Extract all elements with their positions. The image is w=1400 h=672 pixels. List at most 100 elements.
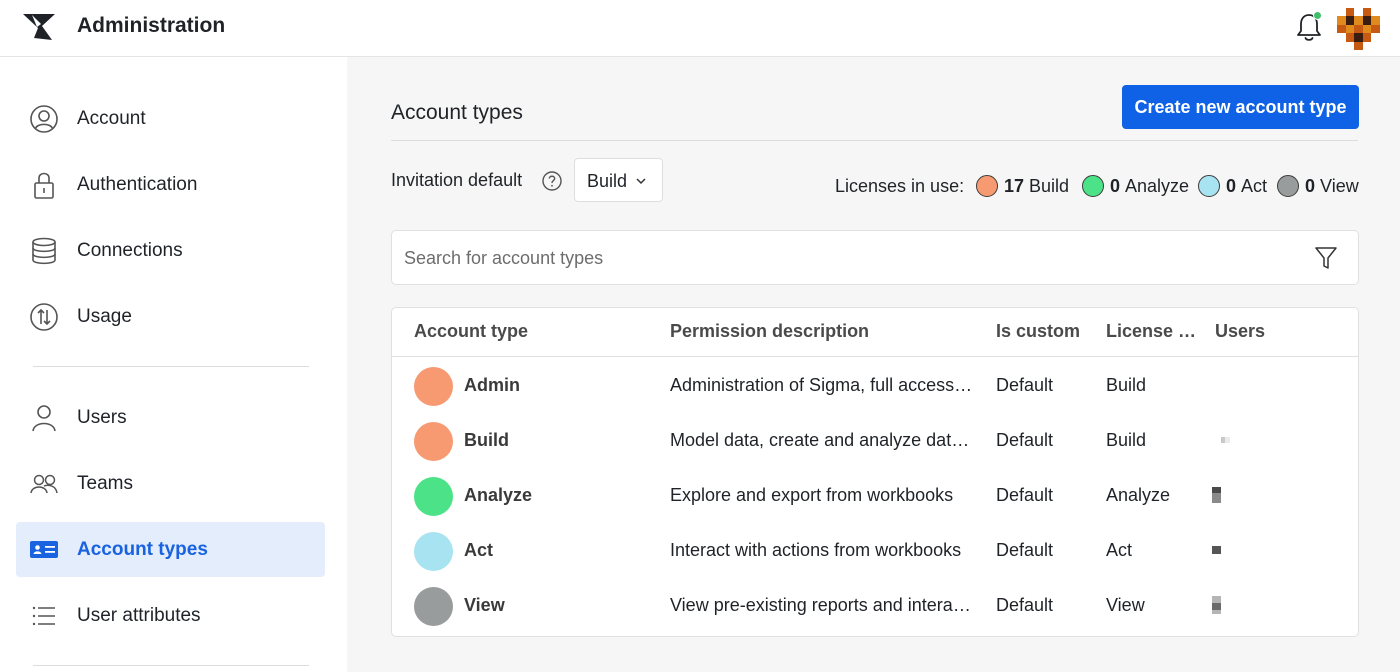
- account-type-name: Analyze: [464, 485, 533, 505]
- user-avatars: [1212, 546, 1221, 554]
- sidebar-item-usage[interactable]: Usage: [16, 289, 325, 344]
- license-analyze: 0 Analyze: [1082, 174, 1189, 198]
- user-avatars: [1212, 487, 1221, 503]
- sidebar-item-authentication[interactable]: Authentication: [16, 157, 325, 212]
- license-name: View: [1320, 175, 1359, 196]
- license-name: Build: [1029, 175, 1070, 196]
- permission-description: Model data, create and analyze data in w…: [670, 430, 976, 450]
- user-icon: [32, 405, 56, 432]
- search-input[interactable]: [404, 244, 1284, 272]
- account-type-swatch: [414, 367, 453, 406]
- sidebar: Account Authentication Connections Usage: [0, 57, 347, 672]
- notifications-button[interactable]: [1294, 11, 1324, 43]
- permission-description: View pre-existing reports and interact w…: [670, 595, 976, 615]
- table-header: Account type Permission description Is c…: [392, 308, 1358, 357]
- account-type-name: View: [464, 595, 505, 615]
- list-icon: [32, 606, 55, 626]
- is-custom: Default: [996, 595, 1054, 615]
- sidebar-divider: [33, 665, 309, 666]
- sidebar-item-connections[interactable]: Connections: [16, 223, 325, 278]
- sidebar-item-label: Authentication: [77, 173, 198, 195]
- help-icon[interactable]: [541, 170, 563, 192]
- top-bar: Administration: [0, 0, 1400, 57]
- app-title: Administration: [77, 14, 226, 37]
- license: Analyze: [1106, 485, 1171, 505]
- table-row[interactable]: Build Model data, create and analyze dat…: [392, 413, 1358, 468]
- account-type-swatch: [414, 477, 453, 516]
- column-header-account-type[interactable]: Account type: [414, 321, 528, 342]
- license: View: [1106, 595, 1145, 615]
- column-header-is-custom[interactable]: Is custom: [996, 321, 1080, 342]
- avatar[interactable]: [1337, 8, 1380, 50]
- sidebar-item-label: Connections: [77, 239, 183, 261]
- column-header-license[interactable]: License …: [1106, 321, 1196, 342]
- license: Act: [1106, 540, 1133, 560]
- sidebar-item-label: Account types: [77, 538, 208, 560]
- main-content: Account types Create new account type In…: [347, 57, 1400, 672]
- sidebar-item-label: User attributes: [77, 604, 201, 626]
- is-custom: Default: [996, 375, 1054, 395]
- sidebar-item-teams[interactable]: Teams: [16, 456, 325, 511]
- sidebar-item-label: Users: [77, 406, 127, 428]
- license: Build: [1106, 375, 1147, 395]
- invitation-default-value: Build: [587, 171, 628, 191]
- user-circle-icon: [30, 105, 58, 133]
- column-header-users[interactable]: Users: [1215, 321, 1265, 342]
- sidebar-item-users[interactable]: Users: [16, 390, 325, 445]
- license: Build: [1106, 430, 1147, 450]
- license-view: 0 View: [1277, 174, 1359, 198]
- column-header-permission-description[interactable]: Permission description: [670, 321, 869, 342]
- database-icon: [32, 237, 56, 265]
- account-type-swatch: [414, 532, 453, 571]
- team-icon: [30, 474, 58, 494]
- sidebar-item-user-attributes[interactable]: User attributes: [16, 588, 325, 643]
- license-count: 17: [1004, 175, 1025, 196]
- search-bar: [391, 230, 1359, 285]
- account-type-name: Admin: [464, 375, 520, 395]
- license-dot: [1082, 175, 1104, 197]
- invitation-default-label: Invitation default: [391, 170, 523, 190]
- sidebar-divider: [33, 366, 309, 367]
- license-name: Act: [1241, 175, 1268, 196]
- sigma-logo-icon[interactable]: [22, 12, 56, 42]
- table-row[interactable]: Analyze Explore and export from workbook…: [392, 468, 1358, 523]
- sidebar-item-label: Teams: [77, 472, 133, 494]
- account-type-swatch: [414, 422, 453, 461]
- license-count: 0: [1226, 175, 1237, 196]
- invitation-default-select[interactable]: Build: [574, 158, 663, 202]
- filter-icon[interactable]: [1314, 245, 1338, 271]
- license-build: 17 Build: [976, 174, 1069, 198]
- user-avatars: [1212, 596, 1221, 614]
- title-divider: [391, 140, 1358, 141]
- usage-arrows-icon: [30, 303, 58, 331]
- page-title: Account types: [391, 101, 523, 124]
- sidebar-item-account-types[interactable]: Account types: [16, 522, 325, 577]
- sidebar-item-label: Account: [77, 107, 146, 129]
- user-avatars: [1221, 437, 1230, 443]
- account-type-name: Build: [464, 430, 509, 450]
- account-type-swatch: [414, 587, 453, 626]
- license-dot: [1277, 175, 1299, 197]
- account-type-name: Act: [464, 540, 494, 560]
- table-row[interactable]: View View pre-existing reports and inter…: [392, 578, 1358, 633]
- chevron-down-icon: [636, 178, 646, 185]
- license-dot: [976, 175, 998, 197]
- create-account-type-button[interactable]: Create new account type: [1122, 85, 1359, 129]
- table-row[interactable]: Act Interact with actions from workbooks…: [392, 523, 1358, 578]
- license-dot: [1198, 175, 1220, 197]
- permission-description: Explore and export from workbooks: [670, 485, 954, 505]
- is-custom: Default: [996, 430, 1054, 450]
- permission-description: Administration of Sigma, full access to …: [670, 375, 976, 395]
- table-row[interactable]: Admin Administration of Sigma, full acce…: [392, 358, 1358, 413]
- licenses-label: Licenses in use:: [835, 176, 965, 196]
- is-custom: Default: [996, 540, 1054, 560]
- permission-description: Interact with actions from workbooks: [670, 540, 962, 560]
- license-act: 0 Act: [1198, 174, 1267, 198]
- license-name: Analyze: [1125, 175, 1190, 196]
- is-custom: Default: [996, 485, 1054, 505]
- sidebar-item-label: Usage: [77, 305, 132, 327]
- id-card-icon: [30, 541, 58, 558]
- license-count: 0: [1110, 175, 1121, 196]
- account-types-table: Account type Permission description Is c…: [391, 307, 1359, 637]
- sidebar-item-account[interactable]: Account: [16, 91, 325, 146]
